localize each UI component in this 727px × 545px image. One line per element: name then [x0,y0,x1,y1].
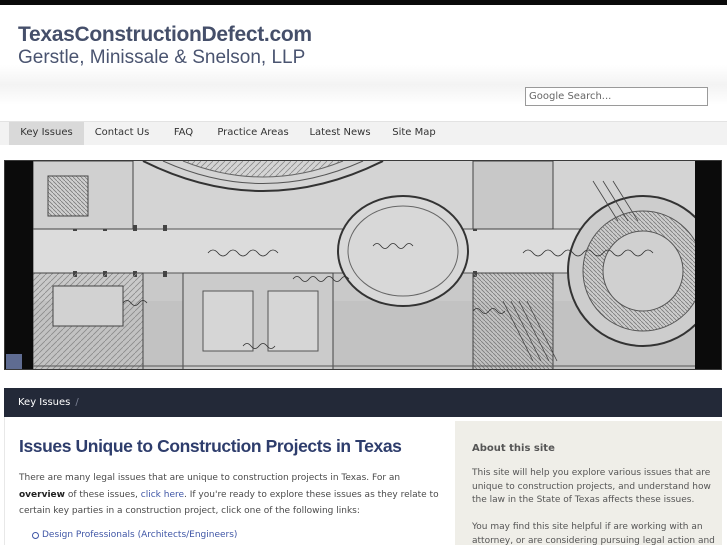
site-header: TexasConstructionDefect.com Gerstle, Min… [0,5,727,121]
main-content: Issues Unique to Construction Projects i… [19,436,447,542]
search-input[interactable] [525,87,708,106]
hero-banner [4,160,722,370]
nav-item-practice-areas[interactable]: Practice Areas [207,122,299,145]
intro-text: There are many legal issues that are uni… [19,473,401,483]
breadcrumb-separator: / [75,397,79,408]
sidebar-paragraph: This site will help you explore various … [472,468,711,505]
breadcrumb-current[interactable]: Key Issues [18,397,70,408]
site-title[interactable]: TexasConstructionDefect.com [18,23,312,47]
sidebar: About this site This site will help you … [455,421,722,545]
intro-paragraph: There are many legal issues that are uni… [19,470,444,520]
nav-item-latest-news[interactable]: Latest News [299,122,381,145]
slide-indicator[interactable] [6,354,22,369]
key-party-links: Design Professionals (Architects/Enginee… [19,528,447,542]
site-subtitle: Gerstle, Minissale & Snelson, LLP [18,47,306,68]
breadcrumb: Key Issues / [18,388,79,417]
nav-item-faq[interactable]: FAQ [160,122,207,145]
breadcrumb-bar: Key Issues / [4,388,722,417]
nav-item-contact-us[interactable]: Contact Us [84,122,160,145]
nav-item-site-map[interactable]: Site Map [381,122,447,145]
nav-item-key-issues[interactable]: Key Issues [9,122,84,145]
intro-bold: overview [19,489,65,500]
page-title: Issues Unique to Construction Projects i… [19,436,402,456]
main-area: Issues Unique to Construction Projects i… [4,417,722,545]
floor-plan-image [33,161,695,369]
overview-link[interactable]: click here [141,490,184,500]
intro-text-2: of these issues, [64,489,141,500]
sidebar-title: About this site [472,443,555,454]
sidebar-paragraph-2: You may find this site helpful if are wo… [472,522,715,545]
link-design-professionals[interactable]: Design Professionals (Architects/Enginee… [19,528,447,542]
main-nav: Key Issues Contact Us FAQ Practice Areas… [0,121,727,145]
